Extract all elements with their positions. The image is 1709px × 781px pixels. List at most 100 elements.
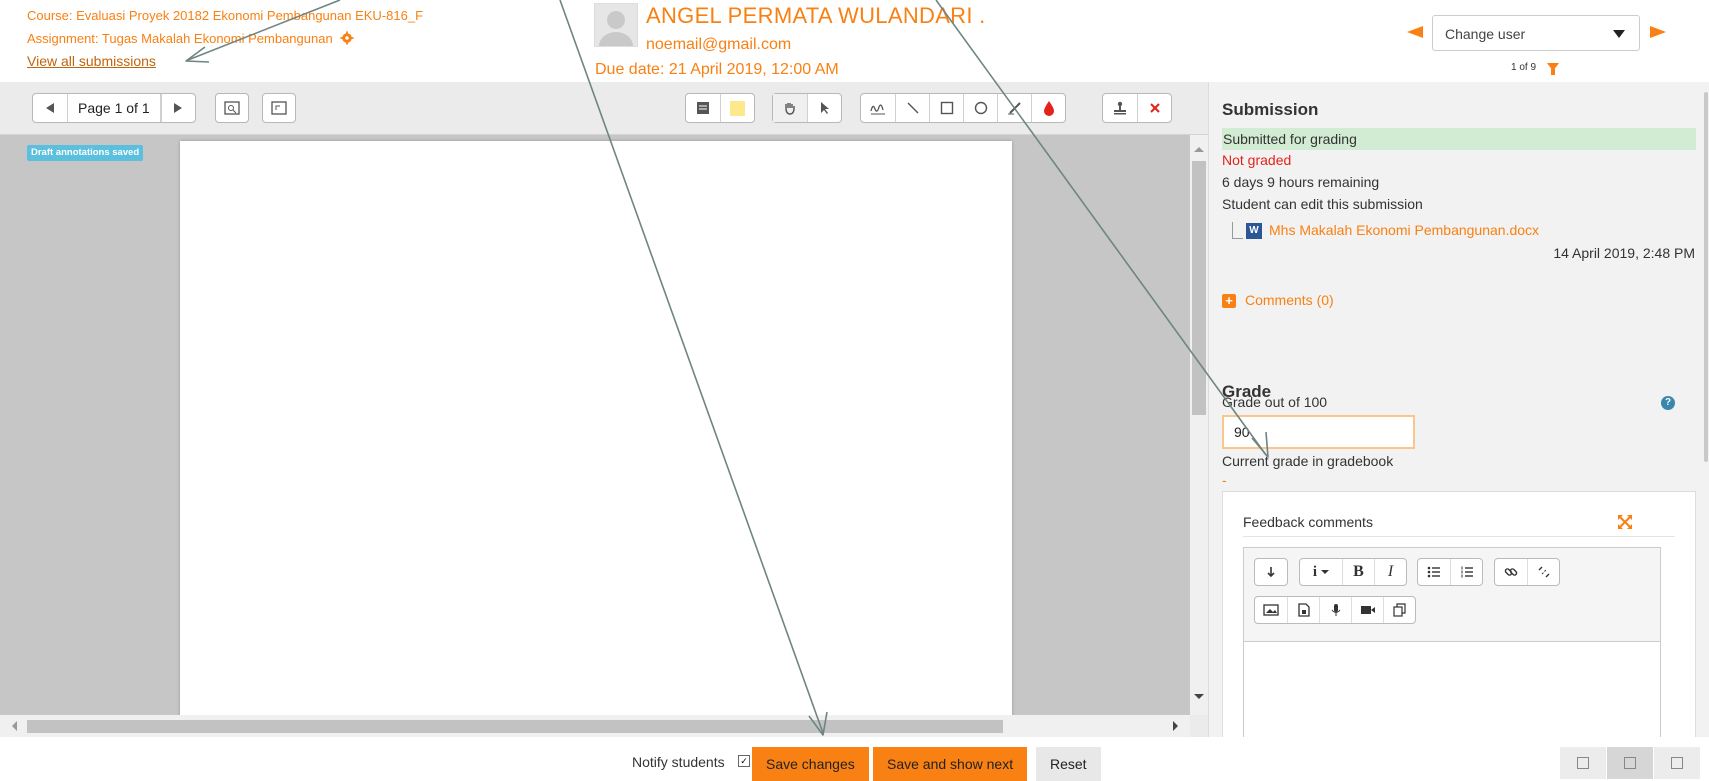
save-changes-button[interactable]: Save changes [752, 747, 869, 781]
insert-image-button[interactable] [1255, 597, 1287, 623]
page-select[interactable]: Page 1 of 1 [67, 94, 161, 122]
user-email: noemail@gmail.com [646, 36, 792, 53]
filter-icon[interactable] [1547, 63, 1559, 75]
collapse-grade-panel-button[interactable] [1654, 747, 1700, 779]
unlink-icon [1538, 566, 1549, 578]
pen-tool-button[interactable] [861, 94, 895, 122]
scroll-up-icon[interactable] [1194, 147, 1204, 152]
italic-button[interactable]: I [1374, 559, 1406, 585]
scroll-down-icon[interactable] [1194, 694, 1204, 699]
yellow-swatch-icon [730, 100, 745, 116]
link-button[interactable] [1495, 559, 1527, 585]
hand-icon [785, 103, 795, 115]
search-comments-button[interactable] [215, 93, 249, 123]
default-layout-button[interactable] [1607, 747, 1653, 779]
scroll-thumb[interactable] [27, 720, 1003, 733]
grader-header: Course: Evaluasi Proyek 20182 Ekonomi Pe… [0, 0, 1709, 82]
comments-link[interactable]: Comments (0) [1245, 292, 1334, 308]
scroll-thumb[interactable] [1192, 161, 1206, 415]
comment-color-button[interactable] [720, 94, 754, 122]
oval-tool-button[interactable] [963, 94, 997, 122]
horizontal-scrollbar[interactable] [0, 715, 1190, 737]
expand-view-button[interactable] [262, 93, 296, 123]
paragraph-style-button[interactable]: i [1300, 559, 1342, 585]
pan-tool-button[interactable] [773, 94, 807, 122]
numbered-list-button[interactable] [1450, 559, 1482, 585]
user-name[interactable]: ANGEL PERMATA WULANDARI . [646, 3, 986, 29]
link-icon [1504, 568, 1518, 576]
stamp-tool-button[interactable] [1103, 94, 1137, 122]
previous-page-button[interactable] [33, 94, 67, 122]
view-all-submissions-link[interactable]: View all submissions [27, 53, 156, 69]
vertical-scrollbar[interactable] [1190, 135, 1208, 715]
scroll-right-icon[interactable] [1173, 721, 1178, 731]
drawing-tools [860, 93, 1066, 123]
next-user-arrow-icon[interactable] [1650, 26, 1666, 38]
feedback-textarea[interactable] [1244, 641, 1660, 737]
plus-icon[interactable]: + [1222, 294, 1236, 308]
help-icon[interactable]: ? [1661, 396, 1675, 410]
fullscreen-icon [271, 101, 287, 115]
document-page[interactable] [180, 141, 1012, 715]
grading-status: Not graded [1222, 152, 1292, 168]
color-tool-button[interactable] [1031, 94, 1065, 122]
rectangle-tool-button[interactable] [929, 94, 963, 122]
submission-heading: Submission [1222, 100, 1319, 119]
document-viewport[interactable]: Draft annotations saved [0, 135, 1190, 715]
submission-status: Submitted for grading [1222, 128, 1696, 150]
record-audio-button[interactable] [1319, 597, 1351, 623]
select-tool-button[interactable] [807, 94, 841, 122]
change-user-select[interactable]: Change user [1432, 15, 1640, 51]
expand-icon[interactable] [1617, 514, 1633, 530]
delete-annotation-button[interactable] [1137, 94, 1171, 122]
collapse-arrow-icon [1267, 567, 1275, 578]
insert-media-button[interactable] [1287, 597, 1319, 623]
manage-files-button[interactable] [1383, 597, 1415, 623]
next-page-button[interactable] [160, 94, 195, 122]
scroll-left-icon[interactable] [12, 721, 17, 731]
record-video-button[interactable] [1351, 597, 1383, 623]
viewport-margin [0, 135, 180, 715]
bold-button[interactable]: B [1342, 559, 1374, 585]
collapse-review-panel-button[interactable] [1560, 747, 1606, 779]
avatar[interactable] [594, 3, 638, 47]
navigation-tools [772, 93, 842, 123]
notify-students-label: Notify students [632, 754, 725, 770]
comment-tool-button[interactable] [686, 94, 720, 122]
course-link[interactable]: Course: Evaluasi Proyek 20182 Ekonomi Pe… [27, 8, 423, 23]
grading-panel: Submission Submitted for grading Not gra… [1208, 82, 1709, 737]
oval-icon [974, 101, 987, 115]
panel-scrollbar[interactable] [1704, 92, 1708, 462]
user-count: 1 of 9 [1511, 62, 1537, 73]
tree-branch-icon [1232, 222, 1243, 239]
gear-icon[interactable] [340, 31, 354, 45]
assignment-link[interactable]: Assignment: Tugas Makalah Ekonomi Pemban… [27, 31, 354, 46]
bullet-list-button[interactable] [1418, 559, 1450, 585]
microphone-icon [1331, 604, 1340, 616]
previous-user-arrow-icon[interactable] [1407, 26, 1423, 38]
list-group [1417, 558, 1483, 586]
cursor-arrow-icon [820, 102, 829, 114]
line-tool-button[interactable] [895, 94, 929, 122]
grader-footer: Notify students ✓ Save changes Save and … [0, 737, 1709, 781]
edit-status: Student can edit this submission [1222, 196, 1423, 212]
style-group: i B I [1299, 558, 1407, 586]
comment-icon [697, 102, 709, 114]
notify-students-checkbox[interactable]: ✓ [738, 755, 750, 767]
reset-button[interactable]: Reset [1036, 747, 1101, 781]
save-and-show-next-button[interactable]: Save and show next [873, 747, 1028, 781]
grade-input[interactable] [1222, 415, 1415, 449]
close-icon [1149, 103, 1160, 113]
due-date: Due date: 21 April 2019, 12:00 AM [595, 61, 839, 78]
unordered-list-icon [1427, 566, 1440, 578]
red-drop-icon [1043, 101, 1054, 116]
italic-icon: I [1387, 563, 1394, 580]
triangle-right-icon [174, 103, 183, 113]
unlink-button[interactable] [1527, 559, 1559, 585]
stamp-icon [1114, 101, 1126, 115]
highlight-tool-button[interactable] [997, 94, 1031, 122]
time-remaining: 6 days 9 hours remaining [1222, 174, 1380, 190]
submission-file-link[interactable]: Mhs Makalah Ekonomi Pembangunan.docx [1269, 222, 1539, 238]
show-more-buttons-button[interactable] [1255, 559, 1287, 585]
video-camera-icon [1360, 606, 1375, 614]
